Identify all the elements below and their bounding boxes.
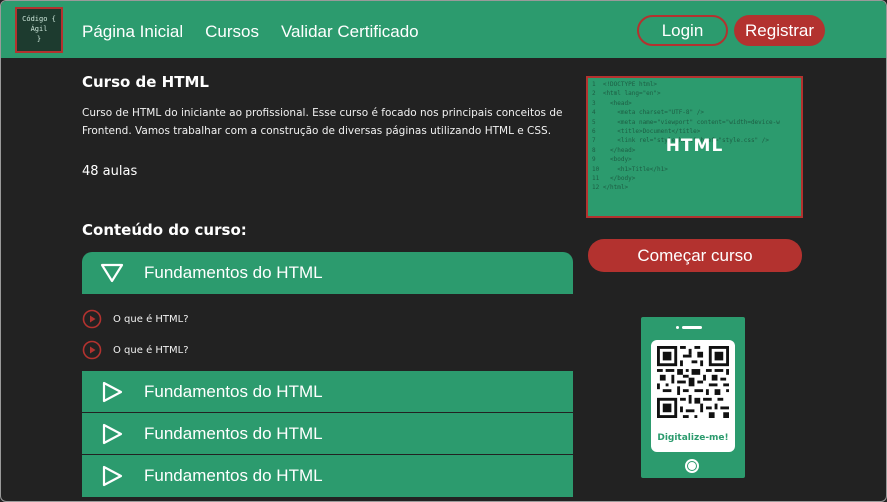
lesson-item[interactable]: O que é HTML? xyxy=(82,340,189,360)
lesson-item[interactable]: O que é HTML? xyxy=(82,309,189,329)
module-label: Fundamentos do HTML xyxy=(144,423,323,443)
phone-qr-illustration: Digitalize-me! xyxy=(641,317,745,478)
triangle-down-icon xyxy=(100,263,124,283)
play-circle-icon xyxy=(82,340,102,360)
start-course-button[interactable]: Começar curso xyxy=(588,239,802,272)
phone-home-button xyxy=(685,459,699,473)
triangle-right-icon xyxy=(102,423,123,444)
nav-courses-link[interactable]: Cursos xyxy=(205,22,259,42)
logo-line-2: Ágil xyxy=(30,25,48,33)
module-label: Fundamentos do HTML xyxy=(144,381,323,401)
phone-speaker xyxy=(682,326,702,329)
course-thumbnail: 1 <!DOCTYPE html> 2 <html lang="en"> 3 <… xyxy=(586,76,803,218)
lessons-count: 48 aulas xyxy=(82,164,138,179)
lesson-title: O que é HTML? xyxy=(113,313,189,325)
lesson-title: O que é HTML? xyxy=(113,344,189,356)
module-header-1[interactable]: Fundamentos do HTML xyxy=(82,252,573,294)
module-label: Fundamentos do HTML xyxy=(144,466,323,485)
register-button[interactable]: Registrar xyxy=(734,15,825,46)
course-title: Curso de HTML xyxy=(82,73,209,91)
module-header-3[interactable]: Fundamentos do HTML xyxy=(82,413,573,454)
triangle-right-icon xyxy=(102,465,123,487)
nav-validate-certificate-link[interactable]: Validar Certificado xyxy=(281,22,419,42)
logo-line-1: Código { xyxy=(22,15,56,23)
triangle-right-icon xyxy=(102,381,123,402)
thumbnail-label: HTML xyxy=(665,136,724,156)
module-label: Fundamentos do HTML xyxy=(144,263,323,282)
course-content-heading: Conteúdo do curso: xyxy=(82,221,247,239)
qr-card: Digitalize-me! xyxy=(651,340,735,452)
site-logo[interactable]: Código { Ágil } xyxy=(15,7,63,53)
course-description: Curso de HTML do iniciante ao profission… xyxy=(82,107,563,137)
module-header-2[interactable]: Fundamentos do HTML xyxy=(82,371,573,412)
qr-code-icon[interactable] xyxy=(657,346,729,418)
app-frame: Código { Ágil } Página Inicial Cursos Va… xyxy=(0,0,887,502)
nav-home-link[interactable]: Página Inicial xyxy=(82,22,183,42)
phone-camera-dot xyxy=(676,326,679,329)
main-nav: Página Inicial Cursos Validar Certificad… xyxy=(82,22,419,42)
qr-caption: Digitalize-me! xyxy=(657,433,729,443)
module-header-4[interactable]: Fundamentos do HTML xyxy=(82,455,573,497)
logo-line-3: } xyxy=(36,35,42,43)
login-button[interactable]: Login xyxy=(637,15,728,46)
play-circle-icon xyxy=(82,309,102,329)
top-nav-bar: Código { Ágil } Página Inicial Cursos Va… xyxy=(1,1,886,58)
